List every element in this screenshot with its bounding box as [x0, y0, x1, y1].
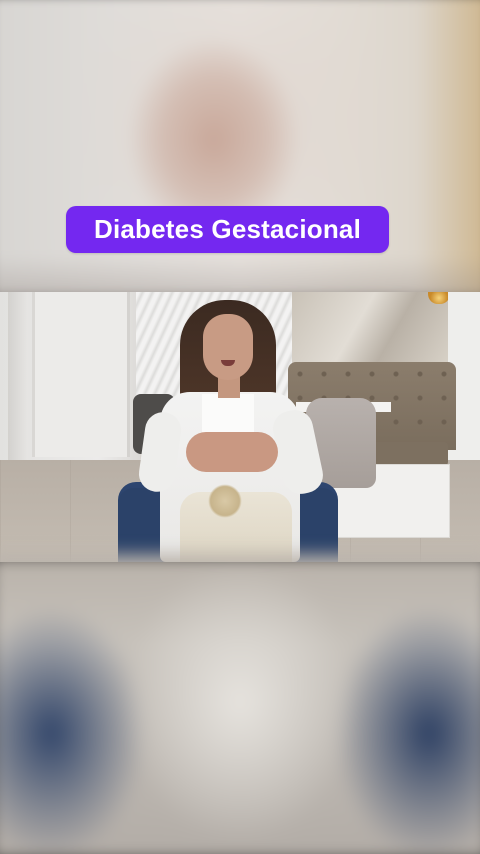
video-title-text: Diabetes Gestacional [94, 214, 361, 244]
presenter-belt [208, 484, 242, 518]
blurred-background-top [0, 0, 480, 319]
video-title-banner: Diabetes Gestacional [66, 206, 389, 253]
presenter-face [203, 314, 253, 380]
video-frame[interactable]: Diabetes Gestacional [0, 0, 480, 854]
door [32, 292, 130, 457]
presenter-hands [186, 432, 278, 472]
video-player[interactable] [0, 292, 480, 562]
blurred-background-bottom [0, 554, 480, 854]
